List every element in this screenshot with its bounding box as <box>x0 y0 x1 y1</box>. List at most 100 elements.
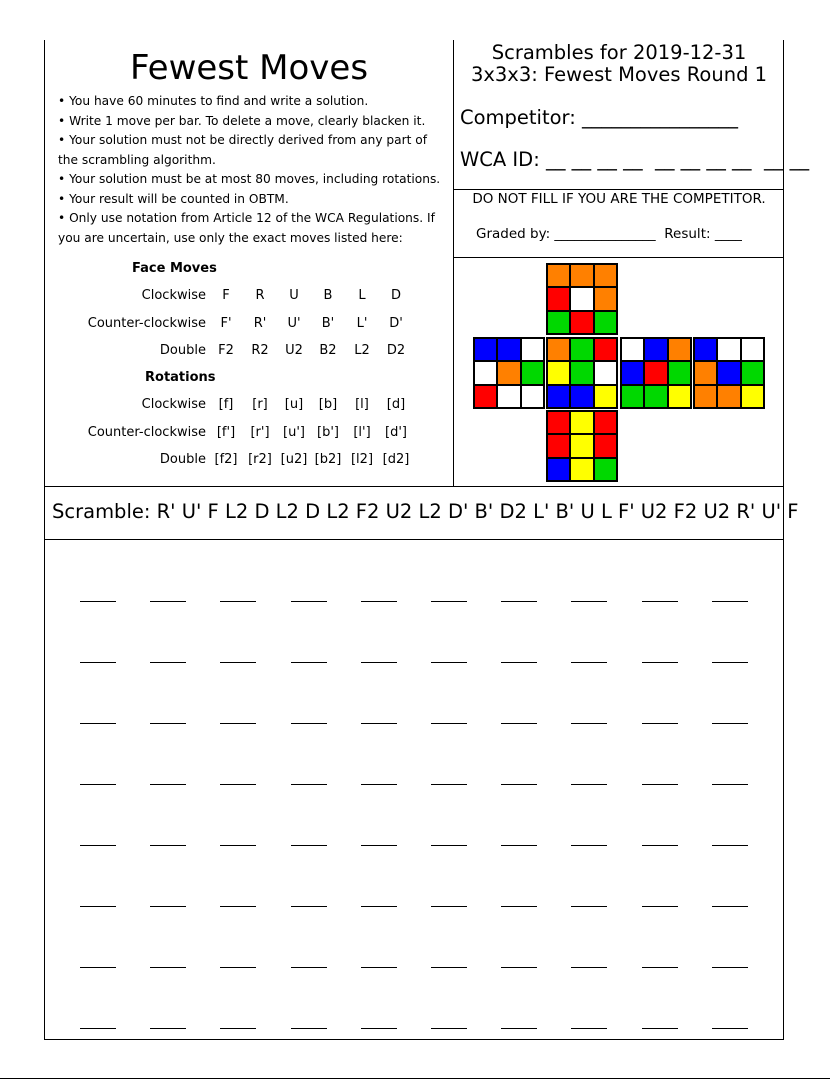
move-bar[interactable] <box>220 662 257 663</box>
move-bar[interactable] <box>150 784 187 785</box>
move-bar[interactable] <box>360 662 397 663</box>
move-bar[interactable] <box>641 784 678 785</box>
move-bar[interactable] <box>150 723 187 724</box>
move-bar[interactable] <box>571 601 608 602</box>
move-bar[interactable] <box>431 784 467 785</box>
move-bar[interactable] <box>641 662 678 663</box>
move-bar[interactable] <box>571 906 608 907</box>
move-bar[interactable] <box>501 845 538 846</box>
move-bar[interactable] <box>220 845 257 846</box>
move-bar[interactable] <box>431 967 467 968</box>
move-bar[interactable] <box>641 723 678 724</box>
move-bar[interactable] <box>501 601 538 602</box>
move-bar[interactable] <box>80 723 116 724</box>
cube-sticker <box>548 412 570 434</box>
move-bar[interactable] <box>80 845 116 846</box>
move-bar[interactable] <box>290 1028 327 1029</box>
move-bar[interactable] <box>641 601 678 602</box>
move-bar[interactable] <box>80 1028 116 1029</box>
move-bar[interactable] <box>501 906 538 907</box>
move-bar[interactable] <box>290 662 327 663</box>
move-bar[interactable] <box>501 662 538 663</box>
move-bar[interactable] <box>360 601 397 602</box>
move-bar[interactable] <box>501 967 538 968</box>
move-bar[interactable] <box>220 723 257 724</box>
move-bar[interactable] <box>360 845 397 846</box>
move-bar[interactable] <box>711 845 748 846</box>
move-bar[interactable] <box>360 1028 397 1029</box>
move-bar[interactable] <box>571 1028 608 1029</box>
move-bar[interactable] <box>220 601 257 602</box>
wca-id-field[interactable]: WCA ID: __ __ __ __ __ __ __ __ __ __ <box>460 148 809 171</box>
move-bar[interactable] <box>290 723 327 724</box>
cube-sticker <box>571 311 593 333</box>
move-bar[interactable] <box>150 967 187 968</box>
move-bar[interactable] <box>641 1028 678 1029</box>
move-bar[interactable] <box>431 601 467 602</box>
move-bar[interactable] <box>360 906 397 907</box>
move-bar[interactable] <box>150 601 187 602</box>
move-bar[interactable] <box>571 967 608 968</box>
move-bar[interactable] <box>641 906 678 907</box>
move-bar[interactable] <box>80 601 116 602</box>
move-bar[interactable] <box>571 845 608 846</box>
move-bar[interactable] <box>711 662 748 663</box>
rule-item: Only use notation from Article 12 of the… <box>58 209 446 248</box>
move-bar[interactable] <box>80 906 116 907</box>
cube-sticker <box>741 339 763 361</box>
move-bar[interactable] <box>501 1028 538 1029</box>
move-bar[interactable] <box>80 967 116 968</box>
move-bar[interactable] <box>360 723 397 724</box>
move-bar[interactable] <box>290 967 327 968</box>
move-bar[interactable] <box>501 784 538 785</box>
move-bar[interactable] <box>571 662 608 663</box>
move-bar[interactable] <box>641 845 678 846</box>
move-bar[interactable] <box>220 784 257 785</box>
cube-sticker <box>718 339 740 361</box>
move-bar[interactable] <box>290 784 327 785</box>
move-bar[interactable] <box>360 967 397 968</box>
move-bar[interactable] <box>571 784 608 785</box>
notation-row-label: Counter-clockwise <box>87 424 206 440</box>
move-bar[interactable] <box>220 1028 257 1029</box>
move-bar[interactable] <box>431 662 467 663</box>
move-bar[interactable] <box>431 906 467 907</box>
move-bar[interactable] <box>290 601 327 602</box>
move-bar[interactable] <box>150 845 187 846</box>
move-bar[interactable] <box>360 784 397 785</box>
cube-face-L <box>473 337 545 409</box>
move-bar[interactable] <box>80 662 116 663</box>
cube-sticker <box>668 362 690 384</box>
move-bar[interactable] <box>571 723 608 724</box>
move-bar[interactable] <box>290 906 327 907</box>
move-bar[interactable] <box>641 967 678 968</box>
move-bar[interactable] <box>431 845 467 846</box>
graded-by-field[interactable]: Graded by: _______________ Result: ____ <box>476 226 742 242</box>
move-bar[interactable] <box>501 723 538 724</box>
move-bar[interactable] <box>150 906 187 907</box>
notation-row-label: Clockwise <box>141 397 206 412</box>
move-bar[interactable] <box>150 662 187 663</box>
move-bar[interactable] <box>711 1028 748 1029</box>
move-bar[interactable] <box>711 723 748 724</box>
move-bar[interactable] <box>711 906 748 907</box>
scrambles-date: Scrambles for 2019-12-31 <box>491 41 747 64</box>
cube-sticker <box>521 385 543 407</box>
cube-sticker <box>521 339 543 361</box>
move-bar[interactable] <box>711 784 748 785</box>
move-bar[interactable] <box>431 723 467 724</box>
cube-sticker <box>741 362 763 384</box>
competitor-field[interactable]: Competitor: ________________ <box>460 106 738 129</box>
move-bar[interactable] <box>431 1028 467 1029</box>
move-notation: [d'] <box>385 424 407 440</box>
move-bar[interactable] <box>220 967 257 968</box>
move-bar[interactable] <box>80 784 116 785</box>
notation-row-label: Counter-clockwise <box>87 315 206 331</box>
cube-sticker <box>695 385 717 407</box>
move-bar[interactable] <box>220 906 257 907</box>
cube-sticker <box>718 362 740 384</box>
move-bar[interactable] <box>711 601 748 602</box>
move-bar[interactable] <box>150 1028 187 1029</box>
move-bar[interactable] <box>711 967 748 968</box>
move-bar[interactable] <box>290 845 327 846</box>
